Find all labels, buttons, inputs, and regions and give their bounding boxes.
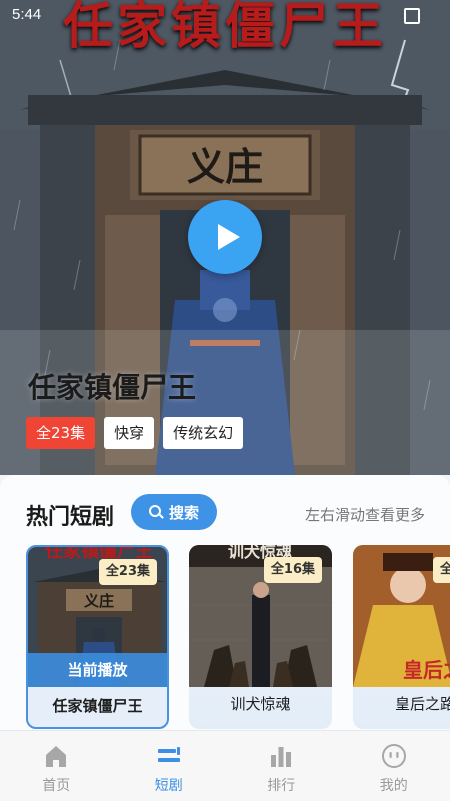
episode-badge: 全23集 [99,559,157,585]
tab-home[interactable]: 首页 [0,731,113,801]
hot-dramas-section: 热门短剧 搜索 左右滑动查看更多 任家镇僵尸王 义庄 全23集 [0,475,450,730]
drama-card-title: 训犬惊魂 [189,693,332,714]
tag-genre-fantasy: 传统玄幻 [163,417,243,449]
ranking-icon [268,743,294,769]
thumb-title-text: 皇后之 [403,658,450,682]
drama-card[interactable]: 训犬惊魂 全16集 训犬惊魂 [189,545,332,729]
drama-card[interactable]: 任家镇僵尸王 义庄 全23集 当前播放 任家镇僵尸王 [26,545,169,729]
tab-ranking[interactable]: 排行 [225,731,338,801]
gate-plaque-text: 义庄 [187,144,263,189]
bottom-tab-bar: 首页 短剧 排行 我的 [0,730,450,801]
tag-genre-quick: 快穿 [104,417,154,449]
search-button-label: 搜索 [169,502,199,523]
section-title: 热门短剧 [26,499,114,531]
search-button[interactable]: 搜索 [131,494,217,530]
tab-label: 排行 [225,775,338,795]
play-button[interactable] [188,200,262,274]
hero-tags: 全23集 快穿 传统玄幻 [26,417,243,449]
drama-card-title: 皇后之路 [353,693,450,714]
drama-card[interactable]: 皇后之 全 皇后之路 [353,545,450,729]
poster-title-text: 任家镇僵尸王 [0,0,450,58]
search-icon [149,505,163,519]
episode-badge: 全16集 [264,557,322,583]
battery-icon [404,8,420,24]
status-icons [404,8,420,24]
tab-profile[interactable]: 我的 [338,731,450,801]
tab-short-drama[interactable]: 短剧 [113,731,226,801]
drama-carousel[interactable]: 任家镇僵尸王 义庄 全23集 当前播放 任家镇僵尸王 [26,545,450,730]
home-icon [43,743,69,769]
short-drama-icon [156,743,182,769]
hero-banner[interactable]: 义庄 任家镇僵尸王 5:44 任家镇僵尸王 全23集 快穿 传统玄幻 [0,0,450,475]
tab-label: 短剧 [113,775,226,795]
scroll-hint: 左右滑动查看更多 [305,504,425,525]
status-time: 5:44 [12,6,41,23]
thumb-plaque-text: 义庄 [84,592,114,610]
hero-drama-title: 任家镇僵尸王 [28,366,196,406]
tab-label: 首页 [0,775,113,795]
now-playing-label: 当前播放 [28,653,167,687]
profile-icon [381,743,407,769]
tab-label: 我的 [338,775,450,795]
episode-badge: 全 [433,557,450,583]
drama-card-title: 任家镇僵尸王 [28,695,167,716]
tag-episodes: 全23集 [26,417,95,449]
